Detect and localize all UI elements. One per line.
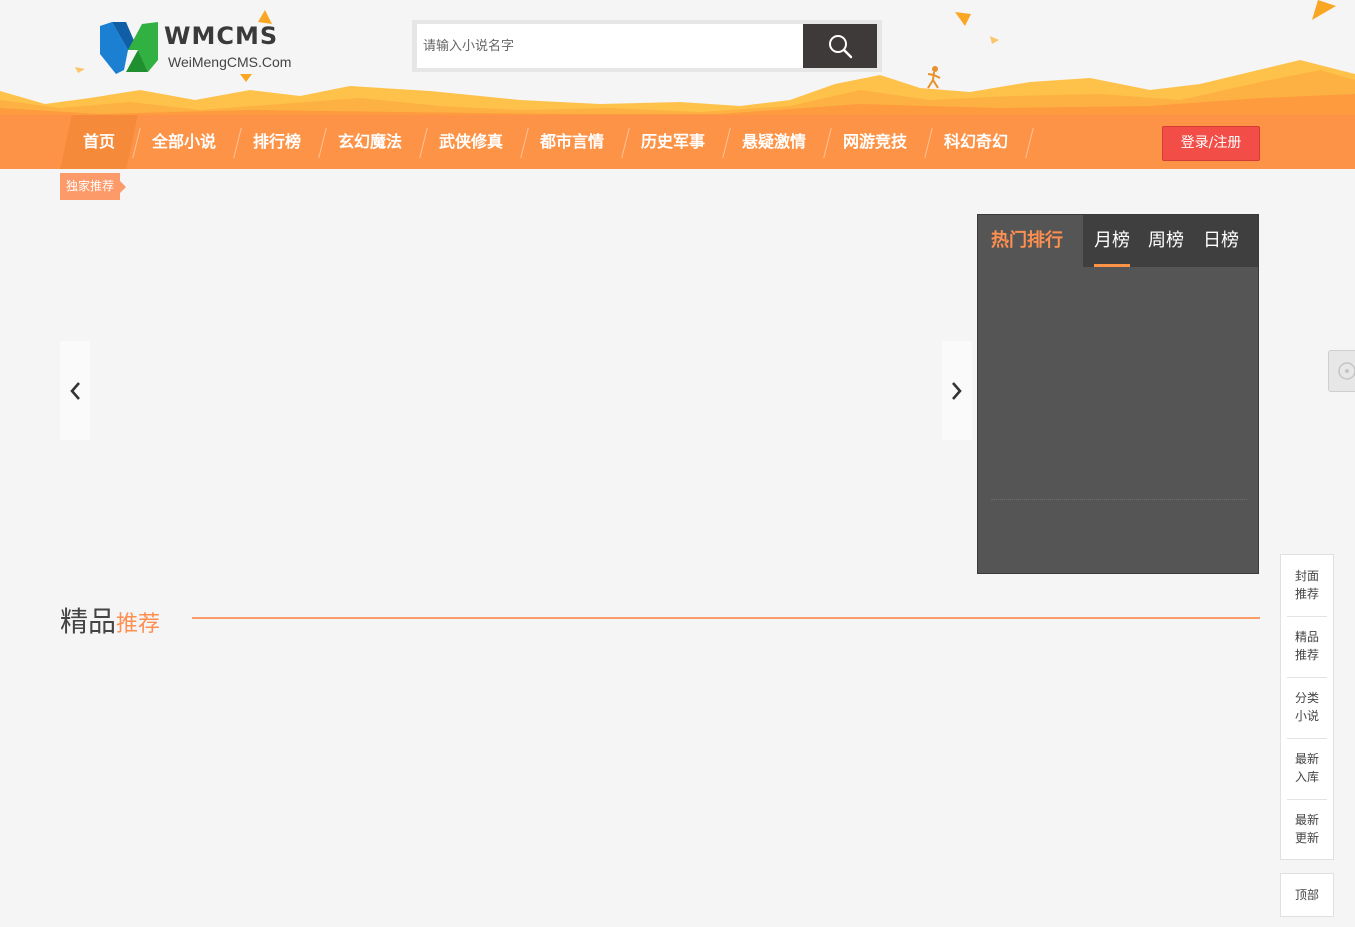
ranking-title: 热门排行: [978, 215, 1083, 267]
side-nav: 封面 推荐 精品 推荐 分类 小说 最新 入库 最新 更新: [1280, 554, 1334, 860]
triangle-decoration: [955, 12, 971, 26]
section-title-highlight: 推荐: [116, 612, 161, 637]
triangle-decoration: [75, 67, 85, 73]
nav-divider: [1025, 128, 1034, 158]
exclusive-recommend-tag: 独家推荐: [60, 173, 127, 200]
slider-prev-button[interactable]: [60, 341, 90, 440]
nav-divider: [520, 128, 529, 158]
tab-daily[interactable]: 日榜: [1203, 215, 1239, 267]
section-divider: [192, 617, 1260, 619]
side-float-tab[interactable]: [1328, 350, 1355, 392]
banner-slider: [60, 214, 973, 574]
login-register-button[interactable]: 登录/注册: [1162, 126, 1260, 161]
ranking-divider: [991, 499, 1247, 500]
chevron-left-icon: [70, 381, 80, 400]
nav-item-fantasy-magic[interactable]: 玄幻魔法: [338, 115, 402, 169]
main-nav: 首页 全部小说 排行榜 玄幻魔法 武侠修真 都市言情 历史军事 悬疑激情 网游竞…: [0, 115, 1355, 169]
nav-item-all-novels[interactable]: 全部小说: [152, 115, 216, 169]
tab-monthly[interactable]: 月榜: [1094, 215, 1130, 267]
search-box: [412, 20, 882, 72]
disc-icon: [1338, 362, 1355, 380]
featured-section-title: 精品推荐: [60, 600, 160, 640]
nav-item-martial-arts[interactable]: 武侠修真: [439, 115, 503, 169]
back-to-top-button[interactable]: 顶部: [1280, 873, 1334, 917]
ranking-tabs: 月榜 周榜 日榜: [1083, 215, 1258, 267]
side-nav-category-novels[interactable]: 分类 小说: [1281, 677, 1333, 738]
logo-mark-icon: [100, 22, 158, 74]
nav-divider: [318, 128, 327, 158]
ranking-header: 热门排行 月榜 周榜 日榜: [978, 215, 1258, 267]
site-header: WMCMS WeiMengCMS.Com: [0, 0, 1355, 115]
tab-weekly[interactable]: 周榜: [1148, 215, 1184, 267]
section-title-main: 精品: [60, 605, 117, 638]
nav-divider: [419, 128, 428, 158]
nav-divider: [722, 128, 731, 158]
chevron-right-icon: [952, 381, 962, 400]
triangle-decoration: [1312, 0, 1336, 20]
search-button[interactable]: [803, 24, 877, 68]
nav-item-home[interactable]: 首页: [60, 115, 138, 169]
slider-next-button[interactable]: [942, 341, 972, 440]
side-nav-cover-recommend[interactable]: 封面 推荐: [1281, 555, 1333, 616]
logo-brand-text: WMCMS: [164, 22, 279, 50]
search-input[interactable]: [417, 24, 803, 68]
logo-domain-text: WeiMengCMS.Com: [168, 54, 292, 70]
nav-item-urban-romance[interactable]: 都市言情: [540, 115, 604, 169]
triangle-decoration: [990, 36, 999, 44]
side-nav-featured-recommend[interactable]: 精品 推荐: [1281, 616, 1333, 677]
hot-ranking-panel: 热门排行 月榜 周榜 日榜: [977, 214, 1259, 574]
nav-item-online-games[interactable]: 网游竞技: [843, 115, 907, 169]
nav-item-ranking[interactable]: 排行榜: [253, 115, 301, 169]
nav-divider: [233, 128, 242, 158]
search-icon: [829, 35, 853, 59]
nav-item-suspense[interactable]: 悬疑激情: [742, 115, 806, 169]
nav-item-sci-fi[interactable]: 科幻奇幻: [944, 115, 1008, 169]
side-nav-newest-added[interactable]: 最新 入库: [1281, 738, 1333, 799]
side-nav-latest-updates[interactable]: 最新 更新: [1281, 799, 1333, 860]
nav-divider: [621, 128, 630, 158]
nav-divider: [924, 128, 933, 158]
nav-divider: [823, 128, 832, 158]
runner-decoration: [927, 66, 941, 89]
nav-item-history-military[interactable]: 历史军事: [641, 115, 705, 169]
site-logo[interactable]: WMCMS WeiMengCMS.Com: [98, 20, 308, 78]
